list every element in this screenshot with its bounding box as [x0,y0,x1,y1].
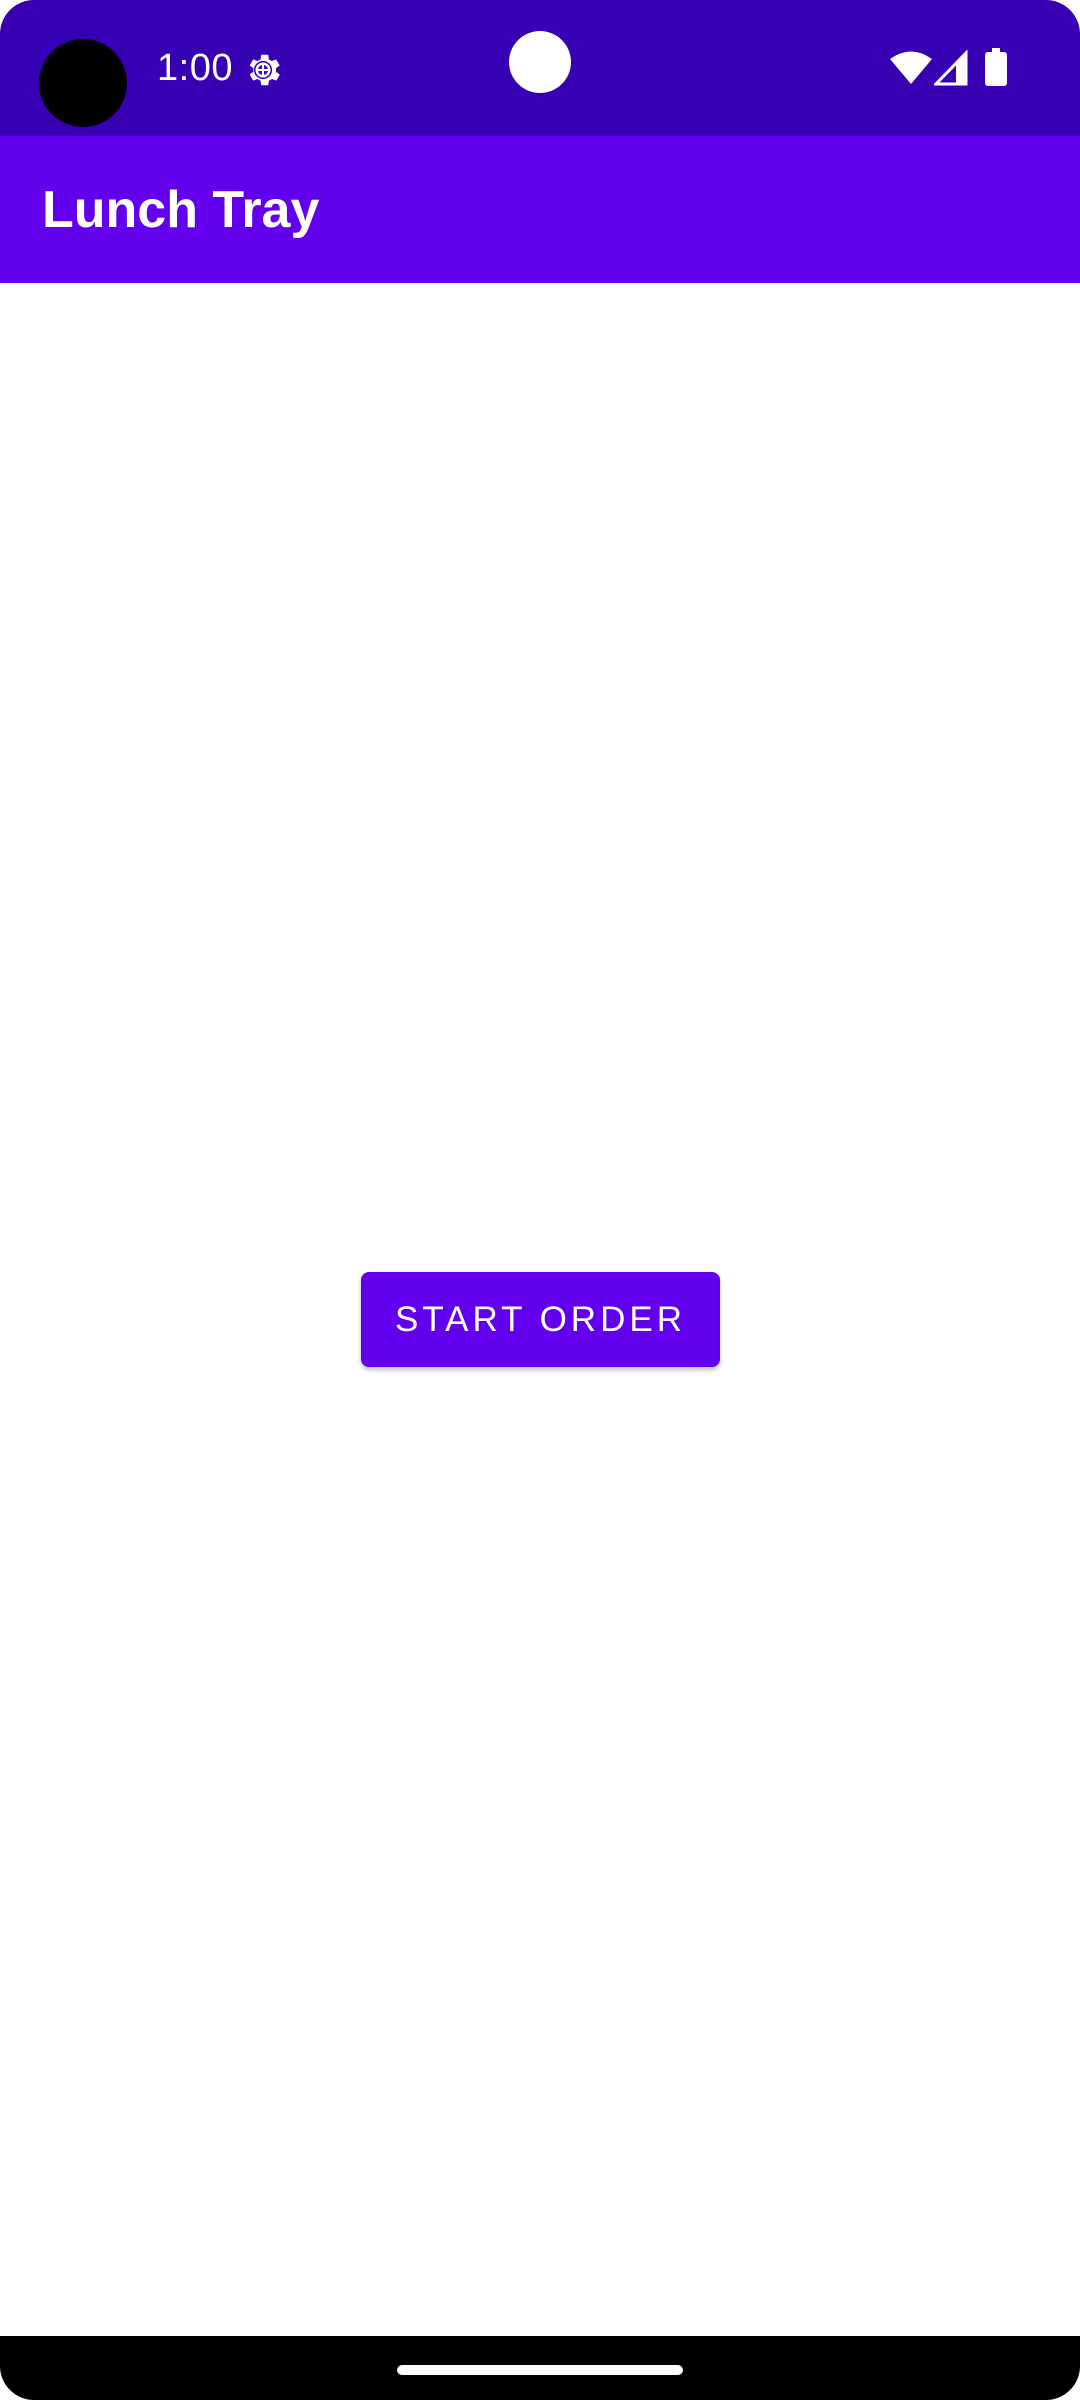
app-bar: Lunch Tray [0,136,1080,283]
phone-screen: 1:00 Lunch Tray START ORDER [0,0,1080,2400]
camera-cutout [39,39,127,127]
home-handle[interactable] [397,2365,683,2375]
battery-icon [985,48,1007,86]
start-order-button[interactable]: START ORDER [361,1272,720,1367]
front-sensor-dot [509,31,571,93]
app-title: Lunch Tray [42,181,320,239]
gear-icon [242,49,284,91]
navigation-bar [0,2336,1080,2400]
status-time: 1:00 [157,47,233,89]
status-bar: 1:00 [0,0,1080,136]
signal-icon [932,49,968,86]
wifi-icon [888,50,934,86]
